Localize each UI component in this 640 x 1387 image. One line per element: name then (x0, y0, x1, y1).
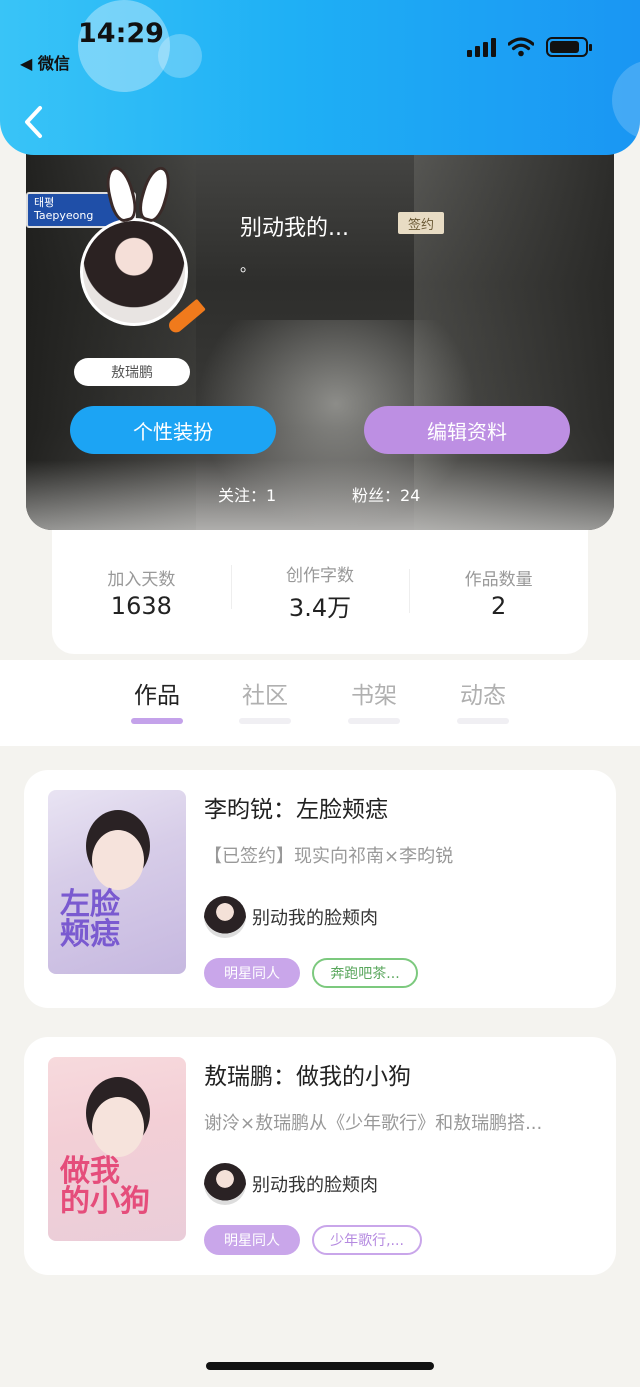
profile-nickname: 别动我的... (240, 216, 349, 241)
author-name: 别动我的脸颊肉 (252, 1175, 378, 1196)
work-card[interactable]: 做我 的小狗 敖瑞鹏：做我的小狗 谢泠×敖瑞鹏从《少年歌行》和敖瑞鹏搭... 别… (24, 1037, 616, 1275)
status-time: 14:29 (78, 18, 164, 49)
outfit-button[interactable]: 个性装扮 (70, 406, 276, 454)
work-tag[interactable]: 明星同人 (204, 1225, 300, 1255)
work-description: 谢泠×敖瑞鹏从《少年歌行》和敖瑞鹏搭... (204, 1113, 543, 1134)
content-tabs: 作品 社区 书架 动态 (0, 660, 640, 746)
work-tag[interactable]: 明星同人 (204, 958, 300, 988)
stat-label: 加入天数 (107, 569, 176, 590)
tab-community[interactable]: 社区 (235, 676, 295, 724)
work-author[interactable]: 别动我的脸颊肉 (204, 1163, 378, 1205)
cellular-signal-icon (467, 37, 496, 57)
tab-indicator (131, 718, 183, 724)
work-tag[interactable]: 少年歌行,... (312, 1225, 422, 1255)
stat-value: 1638 (110, 591, 172, 620)
avatar-image (80, 218, 188, 326)
status-icons (467, 37, 592, 57)
cover-caption: 做我 的小狗 (60, 1154, 150, 1219)
back-to-app-link[interactable]: ◀ 微信 (20, 50, 70, 74)
stat-join-days: 加入天数 1638 (52, 565, 231, 620)
author-avatar (204, 896, 246, 938)
header-bar: 14:29 ◀ 微信 (0, 0, 640, 155)
tab-works[interactable]: 作品 (127, 676, 187, 724)
work-description: 【已签约】现实向祁南×李昀锐 (204, 846, 454, 867)
author-avatar (204, 1163, 246, 1205)
work-tag[interactable]: 奔跑吧茶... (312, 958, 418, 988)
work-title[interactable]: 李昀锐：左脸颊痣 (204, 790, 388, 824)
stat-value: 2 (491, 591, 507, 620)
battery-icon (546, 37, 592, 57)
edit-profile-button[interactable]: 编辑资料 (364, 406, 570, 454)
back-arrow-icon[interactable] (20, 104, 50, 140)
work-cover-image[interactable]: 左脸 颊痣 (48, 790, 186, 974)
decor-bubble (612, 60, 640, 140)
followers-count[interactable]: 粉丝：24 (352, 482, 420, 506)
work-card[interactable]: 左脸 颊痣 李昀锐：左脸颊痣 【已签约】现实向祁南×李昀锐 别动我的脸颊肉 明星… (24, 770, 616, 1008)
stat-word-count: 创作字数 3.4万 (230, 561, 410, 623)
stat-label: 作品数量 (464, 569, 533, 590)
avatar[interactable] (80, 163, 206, 336)
tab-indicator (457, 718, 509, 724)
stat-works-count: 作品数量 2 (409, 565, 588, 620)
avatar-frame-label: 敖瑞鹏 (74, 358, 190, 386)
cover-caption: 左脸 颊痣 (60, 887, 120, 952)
stat-label: 创作字数 (286, 566, 354, 586)
work-cover-image[interactable]: 做我 的小狗 (48, 1057, 186, 1241)
tab-label: 社区 (242, 683, 288, 709)
tab-activity[interactable]: 动态 (453, 676, 513, 724)
work-title[interactable]: 敖瑞鹏：做我的小狗 (204, 1057, 411, 1091)
tab-indicator (239, 718, 291, 724)
profile-bio: 。 (240, 256, 257, 275)
stats-card: 加入天数 1638 创作字数 3.4万 作品数量 2 (52, 530, 588, 654)
tab-label: 动态 (460, 683, 506, 709)
stat-value: 3.4万 (288, 594, 352, 622)
tab-indicator (348, 718, 400, 724)
decor-bubble (158, 34, 202, 78)
tab-label: 书架 (351, 683, 397, 709)
work-author[interactable]: 别动我的脸颊肉 (204, 896, 378, 938)
home-indicator[interactable] (206, 1362, 434, 1370)
tab-label: 作品 (134, 683, 180, 709)
signed-badge: 签约 (398, 212, 444, 234)
tab-bookshelf[interactable]: 书架 (344, 676, 404, 724)
author-name: 别动我的脸颊肉 (252, 908, 378, 929)
following-count[interactable]: 关注：1 (218, 482, 276, 506)
wifi-icon (508, 37, 534, 57)
